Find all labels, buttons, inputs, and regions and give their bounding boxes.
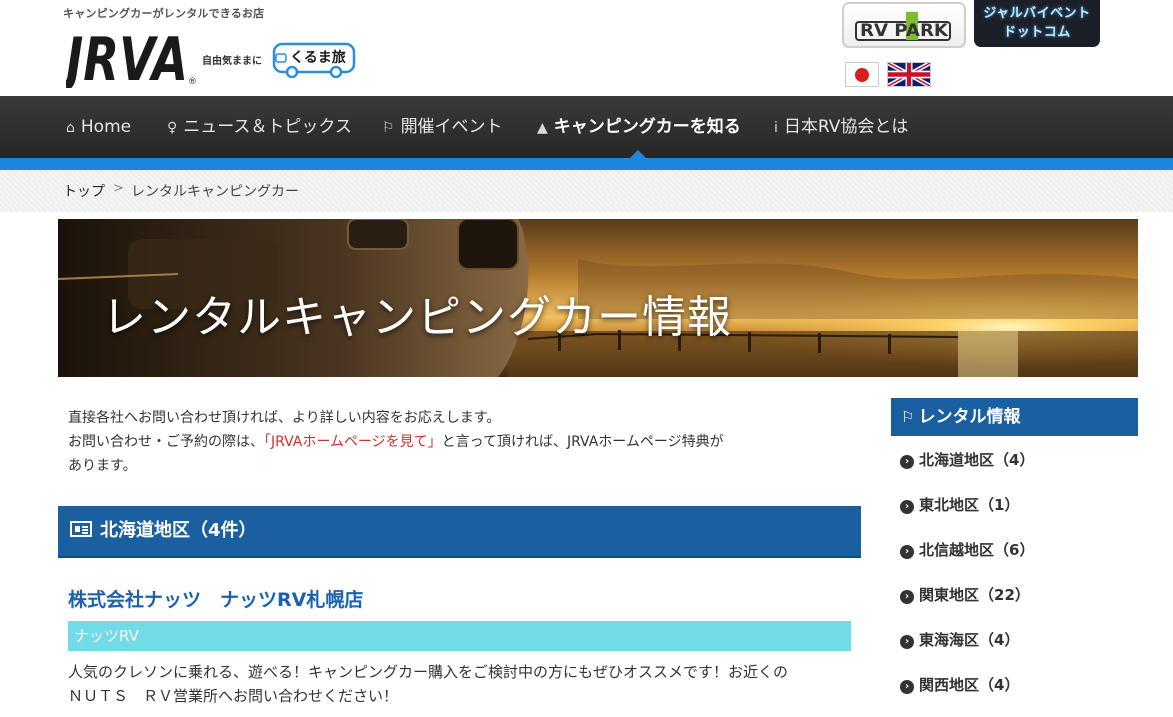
hero-banner: レンタルキャンピングカー情報 [58, 219, 1138, 377]
intro-line2-post: と言って頂ければ、JRVAホームページ特典が [441, 434, 724, 450]
flag-icon: ⚐ [901, 408, 915, 426]
info-icon: i [774, 120, 778, 136]
arrow-circle-icon: › [900, 590, 914, 604]
sidebar-item-label: 北信越地区（6） [919, 541, 1035, 559]
newspaper-icon [70, 521, 92, 537]
shop-brand-bar: ナッツRV [68, 621, 851, 651]
rv-park-banner[interactable]: RV PARK [842, 2, 966, 48]
shop-title-link[interactable]: 株式会社ナッツ ナッツRV札幌店 [68, 585, 363, 612]
sidebar-item-hokushinetsu[interactable]: › 北信越地区（6） [900, 539, 1034, 560]
region-heading: 北海道地区（4件） [58, 506, 861, 558]
sidebar-item-tokai[interactable]: › 東海海区（4） [900, 629, 1019, 650]
flag-icon: ⚐ [382, 120, 395, 136]
nav-events[interactable]: ⚐ 開催イベント [382, 96, 503, 158]
breadcrumb-separator: > [113, 181, 124, 196]
arrow-circle-icon: › [900, 500, 914, 514]
graduation-cap-icon: ▲ [537, 120, 548, 136]
nav-news-label: ニュース＆トピックス [183, 117, 352, 137]
shop-desc-line2: ＮＵＴＳ ＲＶ営業所へお問い合わせください！ [68, 687, 399, 705]
sidebar-item-label: 関西地区（4） [919, 676, 1020, 694]
kuruma-tabi-logo[interactable]: くるま旅 [272, 38, 356, 78]
nav-home-label: Home [80, 117, 132, 137]
sidebar-item-label: 東海海区（4） [919, 631, 1020, 649]
sidebar-heading: ⚐ レンタル情報 [891, 398, 1138, 436]
site-tagline: キャンピングカーがレンタルできるお店 [63, 7, 265, 20]
rv-park-text: RV PARK [860, 21, 949, 41]
intro-line2: お問い合わせ・ご予約の際は、「JRVAホームページを見て」と言って頂ければ、JR… [68, 430, 858, 454]
logo-text: JRVA [66, 25, 188, 88]
jyaru-line1: ジャルバイベント [983, 6, 1091, 21]
jrva-logo[interactable]: JRVA ® [66, 22, 198, 88]
logo-subtitle: 自由気ままに [202, 56, 262, 67]
intro-line2-pre: お問い合わせ・ご予約の際は、 [68, 434, 264, 450]
shop-description: 人気のクレソンに乗れる、遊べる！キャンピングカー購入をご検討中の方にもぜひオスス… [68, 660, 858, 708]
sidebar-item-label: 北海道地区（4） [919, 451, 1035, 469]
intro-highlight: 「JRVAホームページを見て」 [264, 434, 442, 450]
jyaru-line2: ドットコム [1003, 25, 1071, 40]
rv-park-logo: RV PARK [855, 12, 951, 41]
region-title: 北海道地区（4件） [100, 520, 257, 541]
sidebar-item-hokkaido[interactable]: › 北海道地区（4） [900, 449, 1034, 470]
breadcrumb-home-link[interactable]: トップ [63, 181, 105, 201]
nav-campingcar[interactable]: ▲ キャンピングカーを知る [537, 96, 741, 158]
svg-text:®: ® [188, 77, 197, 87]
uk-flag-icon[interactable] [887, 62, 931, 87]
japanese-flag-icon[interactable] [845, 62, 879, 87]
intro-line1: 直接各社へお問い合わせ頂ければ、より詳しい内容をお応えします。 [68, 410, 501, 426]
nav-about[interactable]: i 日本RV協会とは [774, 96, 908, 158]
lightbulb-icon: ♀ [167, 120, 178, 136]
breadcrumb-current: レンタルキャンピングカー [131, 184, 299, 200]
nav-events-label: 開催イベント [400, 117, 503, 137]
hero-title: レンタルキャンピングカー情報 [102, 292, 732, 343]
nav-home[interactable]: ⌂ Home [66, 96, 131, 158]
arrow-circle-icon: › [900, 680, 914, 694]
nav-news[interactable]: ♀ ニュース＆トピックス [167, 96, 352, 158]
intro-line3: あります。 [68, 458, 137, 474]
intro-text: 直接各社へお問い合わせ頂ければ、より詳しい内容をお応えします。 お問い合わせ・ご… [68, 406, 858, 478]
kuruma-text: くるま旅 [290, 49, 346, 66]
arrow-circle-icon: › [900, 635, 914, 649]
sidebar-item-label: 関東地区（22） [919, 586, 1030, 604]
jyaru-event-banner[interactable]: ジャルバイベント ドットコム [974, 0, 1100, 47]
nav-about-label: 日本RV協会とは [783, 117, 909, 137]
nav-campingcar-label: キャンピングカーを知る [553, 117, 741, 137]
sidebar-item-kanto[interactable]: › 関東地区（22） [900, 584, 1030, 605]
arrow-circle-icon: › [900, 545, 914, 559]
shop-desc-line1: 人気のクレソンに乗れる、遊べる！キャンピングカー購入をご検討中の方にもぜひオスス… [68, 663, 789, 681]
sidebar-heading-label: レンタル情報 [918, 407, 1021, 427]
sidebar-item-label: 東北地区（1） [919, 496, 1020, 514]
nav-accent-bar [0, 158, 1173, 170]
arrow-circle-icon: › [900, 455, 914, 469]
home-icon: ⌂ [66, 120, 75, 136]
sidebar-item-kansai[interactable]: › 関西地区（4） [900, 674, 1019, 695]
sidebar-item-tohoku[interactable]: › 東北地区（1） [900, 494, 1019, 515]
